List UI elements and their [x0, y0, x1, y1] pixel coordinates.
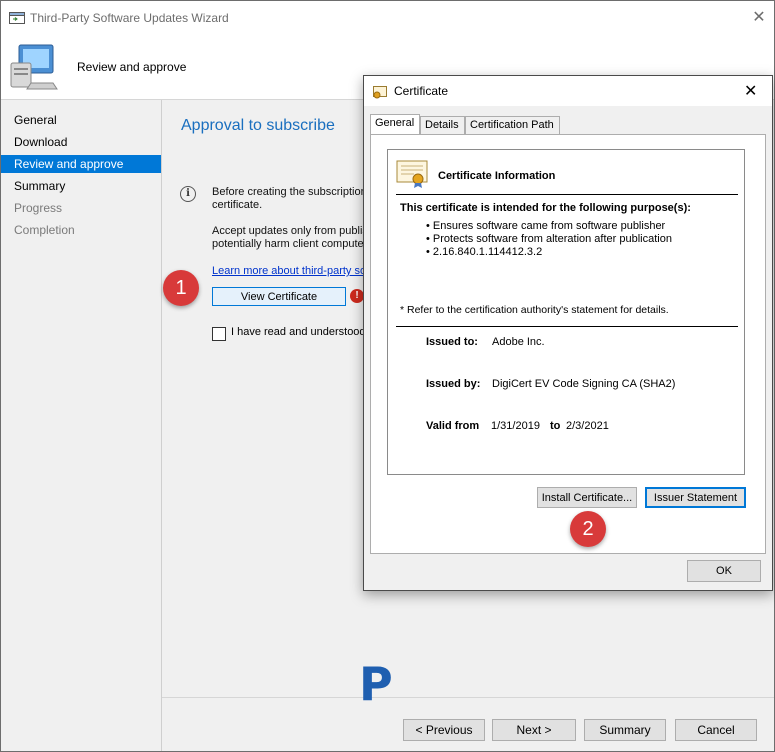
- nav-item-review-and-approve[interactable]: Review and approve: [1, 155, 161, 173]
- purpose-item: • Protects software from alteration afte…: [426, 233, 672, 245]
- next-button[interactable]: Next >: [492, 719, 576, 741]
- certificate-icon: [373, 86, 387, 99]
- tab-details[interactable]: Details: [420, 116, 465, 134]
- nav-item-completion: Completion: [14, 223, 75, 237]
- watermark-logo: P: [359, 657, 393, 711]
- install-certificate-button[interactable]: Install Certificate...: [537, 487, 637, 508]
- computer-icon: [10, 44, 58, 90]
- certificate-titlebar: Certificate ✕: [364, 76, 772, 106]
- wizard-close-button[interactable]: ✕: [749, 7, 769, 27]
- agree-checkbox[interactable]: [212, 327, 226, 341]
- wizard-header-text: Review and approve: [77, 60, 187, 74]
- nav-item-summary[interactable]: Summary: [1, 177, 161, 195]
- tab-certification-path[interactable]: Certification Path: [465, 116, 560, 134]
- certificate-note: * Refer to the certification authority's…: [400, 304, 669, 316]
- certificate-close-button[interactable]: ✕: [744, 81, 757, 101]
- intro-text-line2: certificate.: [212, 199, 263, 211]
- issued-to-label: Issued to:: [426, 336, 478, 348]
- page-title: Approval to subscribe: [181, 117, 335, 134]
- purpose-item: • 2.16.840.1.114412.3.2: [426, 246, 543, 258]
- issued-to-value: Adobe Inc.: [492, 336, 545, 348]
- ok-button[interactable]: OK: [687, 560, 761, 582]
- annotation-badge-2: 2: [570, 511, 606, 547]
- tab-general[interactable]: General: [370, 114, 420, 135]
- purpose-item: • Ensures software came from software pu…: [426, 220, 666, 232]
- general-tab-panel: Certificate Information This certificate…: [370, 134, 766, 554]
- previous-button[interactable]: < Previous: [403, 719, 485, 741]
- valid-from-label: Valid from: [426, 420, 480, 432]
- info-icon: i: [180, 186, 196, 202]
- summary-button[interactable]: Summary: [584, 719, 666, 741]
- warning-icon: !: [350, 289, 364, 303]
- purpose-heading: This certificate is intended for the fol…: [400, 202, 691, 214]
- agree-checkbox-label: I have read and understood: [231, 326, 366, 338]
- footer-divider: [162, 697, 774, 698]
- nav-item-progress: Progress: [14, 201, 63, 215]
- issued-by-label: Issued by:: [426, 378, 481, 390]
- certificate-info-title: Certificate Information: [438, 170, 556, 182]
- certificate-title: Certificate: [394, 84, 449, 98]
- valid-to-label: to: [550, 420, 561, 432]
- nav-item-download[interactable]: Download: [1, 133, 161, 151]
- wizard-nav: General Download Review and approve Summ…: [1, 100, 162, 751]
- valid-from-value: 1/31/2019: [491, 420, 540, 432]
- certificate-info-box: Certificate Information This certificate…: [387, 149, 745, 475]
- intro-text-line1: Before creating the subscription t: [212, 186, 373, 198]
- wizard-titlebar: Third-Party Software Updates Wizard ✕: [1, 1, 774, 35]
- view-certificate-button[interactable]: View Certificate: [212, 287, 346, 306]
- certificate-large-icon: [396, 160, 428, 188]
- nav-item-general[interactable]: General: [1, 111, 161, 129]
- issued-by-value: DigiCert EV Code Signing CA (SHA2): [492, 378, 676, 390]
- valid-to-value: 2/3/2021: [566, 420, 609, 432]
- wizard-title: Third-Party Software Updates Wizard: [30, 11, 229, 25]
- learn-more-link[interactable]: Learn more about third-party soft: [212, 265, 372, 277]
- annotation-badge-1: 1: [163, 270, 199, 306]
- issuer-statement-button[interactable]: Issuer Statement: [645, 487, 746, 508]
- accept-text-line2: potentially harm client computers: [212, 238, 373, 250]
- accept-text-line1: Accept updates only from publish: [212, 225, 375, 237]
- info-divider-bottom: [396, 326, 738, 327]
- cancel-button[interactable]: Cancel: [675, 719, 757, 741]
- wizard-app-icon: [9, 12, 25, 24]
- info-divider-top: [396, 194, 738, 195]
- certificate-dialog: Certificate ✕ General Details Certificat…: [363, 75, 773, 591]
